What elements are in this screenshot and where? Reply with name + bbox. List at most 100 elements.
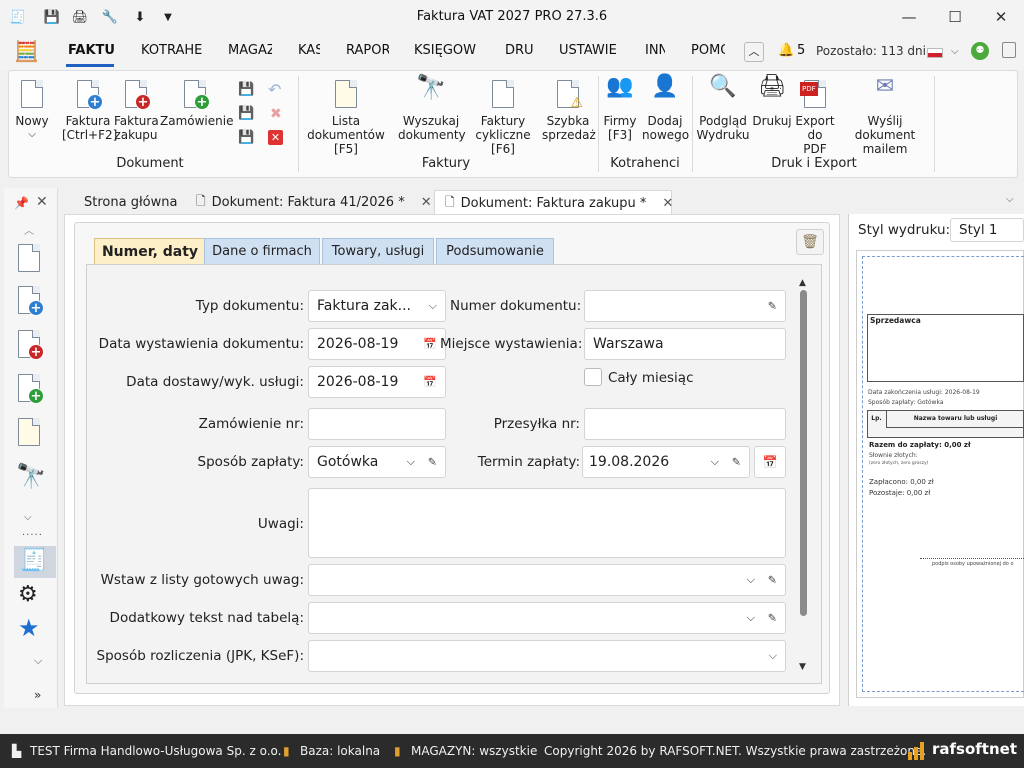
- doc-type-select[interactable]: Faktura zak... ⌵: [308, 290, 446, 322]
- tab-purchase-invoice[interactable]: 🗋 Dokument: Faktura zakupu * ✕: [434, 190, 673, 216]
- tabs-overflow-icon[interactable]: ⌵: [1006, 194, 1014, 205]
- tab-home[interactable]: Strona główna: [84, 190, 177, 214]
- menu-kontrahenci[interactable]: KOTRAHE: [141, 43, 203, 58]
- tab-close-icon[interactable]: ✕: [421, 195, 432, 210]
- quick-sale-button[interactable]: ⚠ Szybka sprzedaż: [542, 80, 596, 142]
- menu-ustawienia[interactable]: USTAWIE: [559, 43, 619, 58]
- save-close-icon[interactable]: 💾: [238, 106, 254, 121]
- online-status-icon[interactable]: ⚉: [971, 42, 989, 60]
- scroll-up-icon[interactable]: ︿: [24, 222, 34, 237]
- extra-text-select[interactable]: ⌵ ✎: [308, 602, 786, 634]
- tab-dane-firmy[interactable]: Dane o firmach: [204, 238, 320, 264]
- shipment-number-label: Przesyłka nr:: [493, 416, 580, 432]
- order-number-input[interactable]: [308, 408, 446, 440]
- sidebar-close-icon[interactable]: ✕: [36, 194, 48, 210]
- pin-icon[interactable]: 📌: [14, 196, 29, 210]
- trash-icon[interactable]: 🗑: [796, 229, 824, 255]
- invoice-button[interactable]: + Faktura [Ctrl+F2]: [62, 80, 117, 142]
- export-pdf-button[interactable]: PDF Export do PDF: [794, 80, 836, 156]
- sidebar-order-icon[interactable]: +: [14, 374, 44, 404]
- invoice-label: Faktura: [65, 114, 111, 128]
- issue-place-input[interactable]: Warszawa: [584, 328, 786, 360]
- maximize-icon[interactable]: ☐: [932, 6, 978, 28]
- tab-numer-daty[interactable]: Numer, daty: [94, 238, 206, 264]
- pencil-icon[interactable]: ✎: [768, 300, 777, 313]
- order-button[interactable]: + Zamówienie: [160, 80, 233, 128]
- expand-sidebar-icon[interactable]: »: [34, 688, 41, 702]
- language-dropdown-icon[interactable]: ⌵: [951, 46, 959, 57]
- group-dokument: Dokument: [116, 156, 184, 171]
- bell-icon[interactable]: 🔔: [778, 43, 794, 58]
- user-panel-icon[interactable]: [1002, 42, 1016, 58]
- doc-number-input[interactable]: ✎: [584, 290, 786, 322]
- print-preview-button[interactable]: 🔍 Podgląd Wydruku: [696, 76, 750, 143]
- notes-textarea[interactable]: [308, 488, 786, 558]
- settings-gears-icon[interactable]: ⚙: [18, 582, 38, 607]
- menu-inne[interactable]: INN: [645, 43, 665, 58]
- print-style-select[interactable]: Styl 1: [950, 218, 1024, 242]
- delivery-date-input[interactable]: 2026-08-19 📅: [308, 366, 446, 398]
- menu-bar: 🧮 FAKTU KOTRAHE MAGAZ KAS RAPOR KSIĘGOW …: [0, 34, 1024, 70]
- tab-towary-uslugi[interactable]: Towary, usługi: [322, 238, 434, 264]
- pencil-icon[interactable]: ✎: [732, 456, 741, 469]
- sidebar-purchase-icon[interactable]: +: [14, 330, 44, 360]
- new-document-button[interactable]: Nowy ⌵: [12, 80, 52, 142]
- minimize-icon[interactable]: —: [886, 6, 932, 28]
- tab-invoice-41-label: Dokument: Faktura 41/2026 *: [211, 194, 405, 210]
- payment-method-select[interactable]: Gotówka ⌵ ✎: [308, 446, 446, 478]
- companies-button[interactable]: 👥 Firmy [F3]: [600, 76, 640, 143]
- collapse-ribbon-icon[interactable]: ︿: [744, 42, 764, 62]
- expand-down-icon[interactable]: ⌵: [34, 654, 42, 668]
- purchase-invoice-button[interactable]: + Faktura zakupu: [114, 80, 159, 142]
- menu-ksiegowosc[interactable]: KSIĘGOW: [414, 43, 478, 58]
- shipment-number-input[interactable]: [584, 408, 786, 440]
- sidebar-invoice-icon[interactable]: +: [14, 286, 44, 316]
- payment-due-select[interactable]: 19.08.2026 ⌵ ✎: [582, 446, 750, 478]
- form-scrollbar-thumb[interactable]: [800, 290, 807, 616]
- search-documents-button[interactable]: 🔭 Wyszukaj dokumenty: [398, 75, 466, 142]
- issue-date-input[interactable]: 2026-08-19 📅: [308, 328, 446, 360]
- delete-icon[interactable]: ✖: [270, 106, 282, 122]
- recurring-invoices-button[interactable]: Faktury cykliczne [F6]: [466, 80, 540, 156]
- print-button[interactable]: 🖨 Drukuj: [752, 76, 792, 129]
- preview-seller-label: Sprzedawca: [870, 316, 921, 325]
- save-copy-icon[interactable]: 💾: [238, 130, 254, 145]
- preset-notes-select[interactable]: ⌵ ✎: [308, 564, 786, 596]
- settlement-label: Sposób rozliczenia (JPK, KSeF):: [96, 648, 304, 664]
- form-scroll-up-icon[interactable]: ▲: [799, 278, 806, 288]
- sidebar-binoculars-icon[interactable]: 🔭: [16, 462, 46, 490]
- more-dots-icon[interactable]: ·····: [22, 530, 43, 541]
- close-icon[interactable]: ✕: [978, 6, 1024, 28]
- pencil-icon[interactable]: ✎: [768, 574, 777, 587]
- menu-magazyn[interactable]: MAGAZ: [228, 43, 272, 58]
- menu-raporty[interactable]: RAPOR: [346, 43, 389, 58]
- calendar-icon[interactable]: 📅: [423, 376, 437, 389]
- form-scroll-down-icon[interactable]: ▼: [799, 662, 806, 672]
- email-document-button[interactable]: ✉ Wyślij dokument mailem: [838, 76, 932, 157]
- undo-icon[interactable]: ↶: [268, 80, 281, 99]
- sidebar-new-icon[interactable]: [14, 244, 44, 274]
- pencil-icon[interactable]: ✎: [428, 456, 437, 469]
- whole-month-checkbox[interactable]: [584, 368, 602, 386]
- save-document-icon[interactable]: 💾: [238, 82, 254, 97]
- menu-faktury[interactable]: FAKTU: [68, 43, 116, 58]
- menu-druk[interactable]: DRU: [505, 43, 533, 58]
- menu-pomoc[interactable]: POMO: [691, 43, 725, 58]
- tab-close-icon[interactable]: ✕: [662, 196, 673, 211]
- add-contractor-button[interactable]: 👤 Dodaj nowego: [642, 76, 689, 143]
- pencil-icon[interactable]: ✎: [768, 612, 777, 625]
- quick-sale-label-2: sprzedaż: [542, 128, 596, 142]
- settlement-select[interactable]: ⌵: [308, 640, 786, 672]
- menu-kasa[interactable]: KAS: [298, 43, 320, 58]
- calendar-icon[interactable]: 📅: [423, 338, 437, 351]
- doc-number-label: Numer dokumentu:: [450, 298, 582, 314]
- payment-due-calendar-button[interactable]: 📅: [754, 446, 786, 478]
- favorites-star-icon[interactable]: ★: [18, 614, 40, 642]
- close-document-icon[interactable]: ✕: [268, 130, 283, 145]
- tab-invoice-41[interactable]: 🗋 Dokument: Faktura 41/2026 * ✕: [196, 190, 432, 214]
- tab-podsumowanie[interactable]: Podsumowanie: [436, 238, 554, 264]
- document-list-button[interactable]: Lista dokumentów [F5]: [298, 80, 394, 156]
- scroll-down-icon[interactable]: ⌵: [24, 512, 32, 523]
- sidebar-list-icon[interactable]: [14, 418, 44, 448]
- polish-flag-icon[interactable]: [927, 48, 943, 58]
